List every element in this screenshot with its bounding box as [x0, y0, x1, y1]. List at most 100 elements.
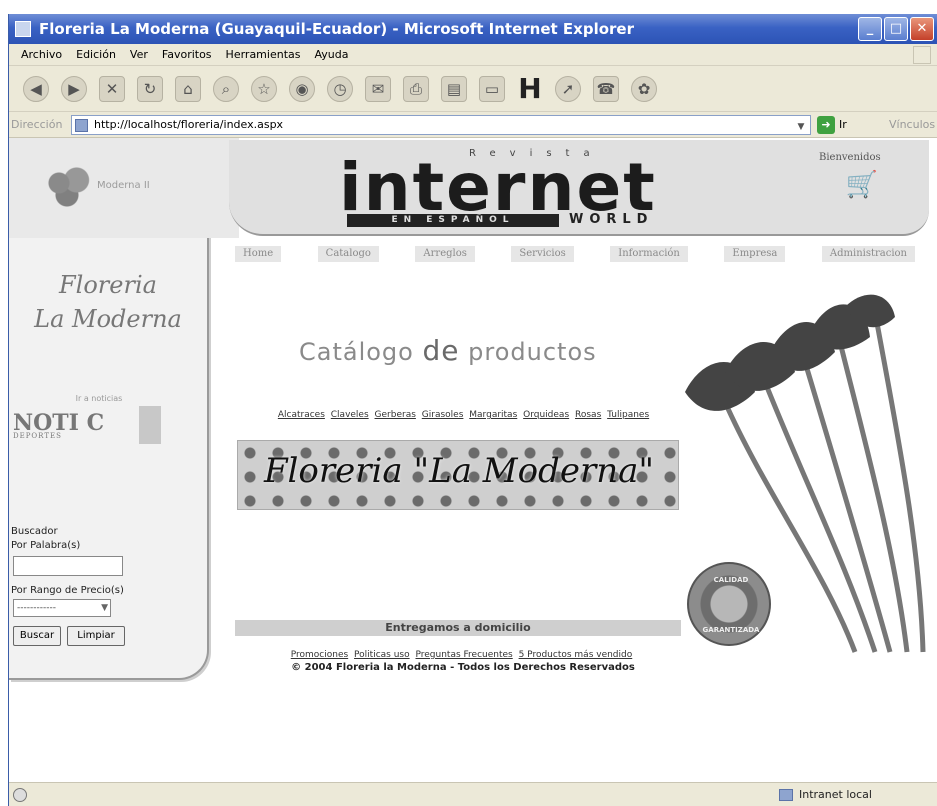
- go-arrow-icon[interactable]: ➜: [817, 116, 835, 134]
- history-icon[interactable]: ◷: [327, 75, 353, 102]
- top-left-logo-area: Moderna II: [9, 138, 239, 238]
- footer-links: Promociones Politicas uso Preguntas Frec…: [243, 650, 683, 660]
- delivery-bar: Entregamos a domicilio: [235, 620, 681, 636]
- espanol-label: EN ESPAÑOL: [347, 214, 559, 227]
- category-tulipanes[interactable]: Tulipanes: [607, 410, 649, 420]
- discuss-icon[interactable]: ▭: [479, 75, 505, 102]
- print-icon[interactable]: ⎙: [403, 75, 429, 102]
- news-image[interactable]: [139, 406, 161, 444]
- refresh-icon[interactable]: ↻: [137, 75, 163, 102]
- category-alcatraces[interactable]: Alcatraces: [278, 410, 325, 420]
- news-logo[interactable]: NOTI C DEPORTES: [9, 410, 199, 440]
- category-links: Alcatraces Claveles Gerberas Girasoles M…: [245, 410, 685, 421]
- news-caption[interactable]: Ir a noticias: [9, 394, 189, 403]
- badge-top-text: CALIDAD: [713, 576, 749, 584]
- messenger-icon[interactable]: ➚: [555, 75, 581, 102]
- catalog-title: Catálogo de productos: [299, 334, 597, 367]
- category-margaritas[interactable]: Margaritas: [469, 410, 517, 420]
- nav-servicios[interactable]: Servicios: [511, 246, 574, 262]
- menu-herramientas[interactable]: Herramientas: [226, 44, 301, 65]
- forward-icon[interactable]: ▶: [61, 75, 87, 102]
- h-toolbar-button[interactable]: H: [517, 74, 543, 102]
- back-icon[interactable]: ◀: [23, 75, 49, 102]
- page-content: Moderna II Floreria La Moderna Ir a noti…: [9, 138, 937, 778]
- world-label: WORLD: [569, 212, 654, 227]
- catalog-title-a: Catálogo: [299, 338, 414, 366]
- category-rosas[interactable]: Rosas: [575, 410, 601, 420]
- menu-archivo[interactable]: Archivo: [21, 44, 62, 65]
- window-controls: _ □ ✕: [858, 17, 934, 41]
- close-button[interactable]: ✕: [910, 17, 934, 41]
- ie-icon: [15, 21, 31, 37]
- nav-administracion[interactable]: Administracion: [821, 246, 915, 262]
- mail-icon[interactable]: ✉: [365, 75, 391, 102]
- store-banner-text: Floreria "La Moderna": [263, 451, 655, 491]
- nav-catalogo[interactable]: Catalogo: [317, 246, 379, 262]
- menu-bar: Archivo Edición Ver Favoritos Herramient…: [9, 44, 937, 66]
- brand-line-1: Floreria: [59, 271, 157, 299]
- minimize-button[interactable]: _: [858, 17, 882, 41]
- favorites-icon[interactable]: ☆: [251, 75, 277, 102]
- search-icon[interactable]: ⌕: [213, 75, 239, 102]
- page-status-icon: [13, 788, 27, 802]
- title-bar: Floreria La Moderna (Guayaquil-Ecuador) …: [9, 14, 937, 44]
- intranet-icon: [779, 789, 793, 801]
- price-range-select[interactable]: ------------ ▼: [13, 599, 111, 617]
- category-gerberas[interactable]: Gerberas: [375, 410, 416, 420]
- nav-arreglos[interactable]: Arreglos: [415, 246, 475, 262]
- catalog-title-c: productos: [468, 338, 597, 366]
- welcome-text: Bienvenidos: [819, 152, 881, 163]
- menu-ayuda[interactable]: Ayuda: [314, 44, 348, 65]
- brand-line-2: La Moderna: [34, 305, 182, 333]
- menu-favoritos[interactable]: Favoritos: [162, 44, 212, 65]
- menu-ver[interactable]: Ver: [130, 44, 148, 65]
- category-girasoles[interactable]: Girasoles: [422, 410, 464, 420]
- logo-caption: Moderna II: [97, 180, 150, 191]
- category-orquideas[interactable]: Orquideas: [523, 410, 569, 420]
- media-icon[interactable]: ◉: [289, 75, 315, 102]
- footer-politicas[interactable]: Politicas uso: [354, 650, 410, 660]
- search-word-label: Por Palabra(s): [11, 540, 81, 551]
- shopping-cart-icon[interactable]: 🛒: [845, 170, 879, 200]
- security-zone: Intranet local: [779, 783, 872, 806]
- badge-bottom-text: GARANTIZADA: [702, 626, 760, 634]
- phone-icon[interactable]: ☎: [593, 75, 619, 102]
- research-icon[interactable]: ✿: [631, 75, 657, 102]
- nav-home[interactable]: Home: [235, 246, 282, 262]
- clear-button[interactable]: Limpiar: [67, 626, 125, 646]
- price-range-value: ------------: [17, 603, 56, 613]
- catalog-title-b: de: [422, 334, 460, 367]
- chevron-down-icon[interactable]: ▼: [794, 118, 808, 132]
- security-zone-label: Intranet local: [799, 788, 872, 801]
- page-icon: [75, 119, 88, 132]
- edit-icon[interactable]: ▤: [441, 75, 467, 102]
- go-button[interactable]: Ir: [839, 112, 847, 138]
- stop-icon[interactable]: ✕: [99, 75, 125, 102]
- status-bar: Intranet local: [9, 782, 937, 806]
- copyright: © 2004 Floreria la Moderna - Todos los D…: [291, 662, 635, 673]
- nav-empresa[interactable]: Empresa: [724, 246, 786, 262]
- store-banner: Floreria "La Moderna": [237, 440, 679, 510]
- address-label: Dirección: [11, 118, 63, 131]
- address-url: http://localhost/floreria/index.aspx: [94, 118, 284, 131]
- store-brand: Floreria La Moderna: [13, 268, 203, 336]
- home-icon[interactable]: ⌂: [175, 75, 201, 102]
- category-claveles[interactable]: Claveles: [331, 410, 369, 420]
- maximize-button[interactable]: □: [884, 17, 908, 41]
- window-title: Floreria La Moderna (Guayaquil-Ecuador) …: [39, 20, 634, 38]
- search-word-input[interactable]: [13, 556, 123, 576]
- nav-informacion[interactable]: Información: [610, 246, 688, 262]
- footer-top-productos[interactable]: 5 Productos más vendido: [519, 650, 633, 660]
- toolbar: ◀ ▶ ✕ ↻ ⌂ ⌕ ☆ ◉ ◷ ✉ ⎙ ▤ ▭ H ➚ ☎ ✿: [9, 66, 937, 112]
- footer-promociones[interactable]: Promociones: [291, 650, 348, 660]
- footer-preguntas[interactable]: Preguntas Frecuentes: [415, 650, 512, 660]
- quality-badge: CALIDAD GARANTIZADA: [687, 562, 771, 646]
- header-banner: Revista internet EN ESPAÑOL WORLD Bienve…: [229, 140, 929, 236]
- news-logo-subtext: DEPORTES: [13, 432, 62, 440]
- search-title: Buscador: [11, 526, 58, 537]
- address-input[interactable]: http://localhost/floreria/index.aspx ▼: [71, 115, 811, 135]
- search-button[interactable]: Buscar: [13, 626, 61, 646]
- browser-window: Floreria La Moderna (Guayaquil-Ecuador) …: [8, 14, 937, 806]
- main-nav: Home Catalogo Arreglos Servicios Informa…: [235, 246, 915, 262]
- menu-edicion[interactable]: Edición: [76, 44, 116, 65]
